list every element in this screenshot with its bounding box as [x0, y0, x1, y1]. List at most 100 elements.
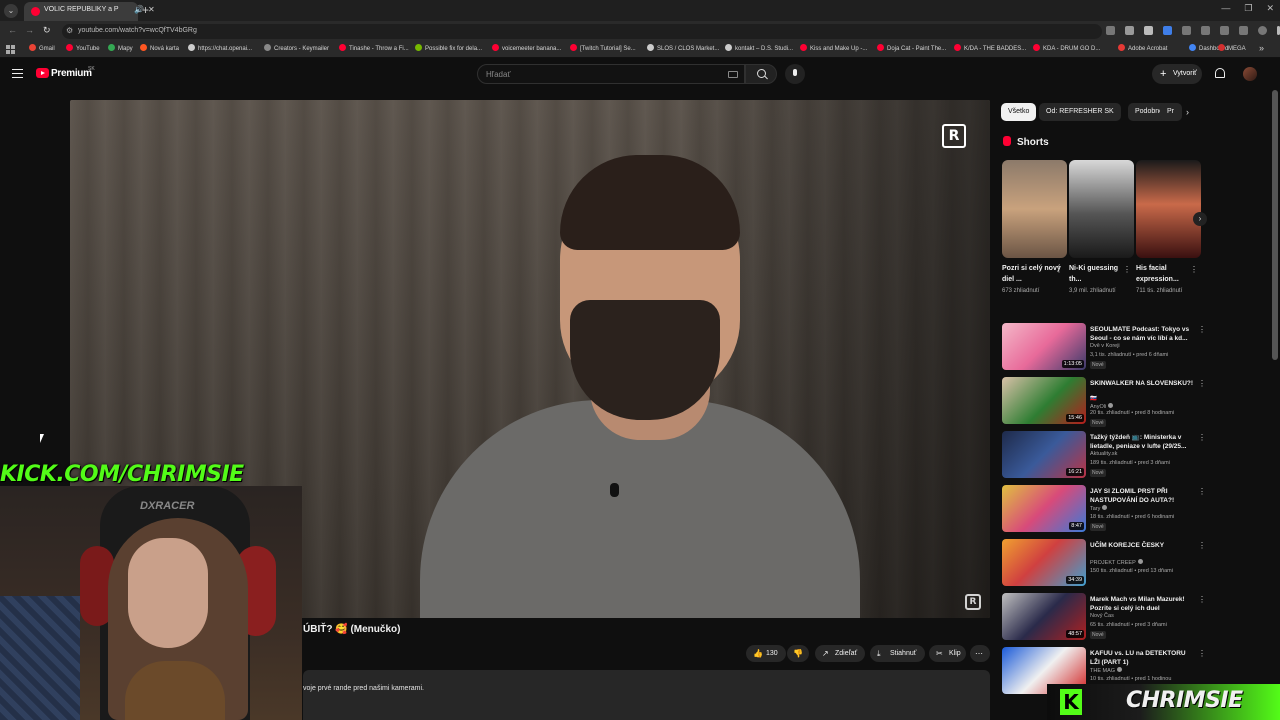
recommendation-channel[interactable]: AnyOli	[1090, 403, 1114, 410]
extension-icon-1[interactable]	[1182, 26, 1191, 35]
new-tab-button[interactable]: +	[142, 3, 149, 17]
recommendation-title[interactable]: KAFUU vs. LU na DETEKTORU LŽI (PART 1)	[1090, 649, 1194, 667]
recommendation-more-icon[interactable]: ⋮	[1198, 379, 1206, 388]
shorts-next-arrow-icon[interactable]: ›	[1193, 212, 1207, 226]
back-arrow-icon[interactable]: ←	[8, 25, 17, 35]
recommendation-title[interactable]: UČÍM KOREJCE ČESKY	[1090, 541, 1194, 550]
short-thumbnail-3[interactable]	[1136, 160, 1201, 258]
site-info-icon[interactable]: ⚙	[66, 26, 73, 35]
description-box[interactable]	[303, 670, 990, 720]
search-input[interactable]: Hľadať	[477, 64, 745, 84]
bookmark-item[interactable]: Adobe Acrobat	[1118, 44, 1167, 55]
dislike-button[interactable]: 👎	[787, 645, 809, 662]
browser-tab-active[interactable]: VOLIČ REPUBLIKY a PS-ka... 🔊 ✕	[24, 2, 155, 21]
cast-icon[interactable]	[1106, 26, 1115, 35]
short-title-3[interactable]: His facial expression...	[1136, 263, 1196, 285]
bookmark-item[interactable]: Doja Cat - Paint The...	[877, 44, 946, 55]
bookmark-item[interactable]: Creators - Keymailer	[264, 44, 329, 55]
bookmark-star-icon[interactable]	[1125, 26, 1134, 35]
recommendation-thumbnail[interactable]: 8:47	[1002, 485, 1086, 532]
bookmark-item[interactable]: Kiss and Make Up -...	[800, 44, 867, 55]
short-more-icon-1[interactable]: ⋮	[1055, 265, 1063, 274]
download-button[interactable]: ⤓ Stiahnuť	[870, 645, 925, 662]
bookmark-item[interactable]: Tinashe - Throw a Fi...	[339, 44, 409, 55]
short-more-icon-2[interactable]: ⋮	[1123, 265, 1131, 274]
bookmark-item[interactable]: Gmail	[29, 44, 55, 55]
recommendation-title[interactable]: Tažký týždeň 📺: Ministerka v lietadle, p…	[1090, 433, 1194, 451]
guide-menu-icon[interactable]	[12, 69, 23, 78]
recommendation-card[interactable]: 8:47 JAY SI ZLOMIL PRST PŘI NASTUPOVÁNÍ D…	[1002, 485, 1206, 533]
recommendation-more-icon[interactable]: ⋮	[1198, 649, 1206, 658]
extensions-puzzle-icon[interactable]	[1220, 26, 1229, 35]
recommendation-card[interactable]: 1:13:05 SEOULMATE Podcast: Tokyo vs Seoul…	[1002, 323, 1206, 371]
recommendation-channel[interactable]: Aktuality.sk	[1090, 451, 1117, 457]
short-thumbnail-1[interactable]	[1002, 160, 1067, 258]
recommendation-thumbnail[interactable]: 48:57	[1002, 593, 1086, 640]
more-actions-button[interactable]: ⋯	[970, 645, 990, 662]
short-more-icon-3[interactable]: ⋮	[1190, 265, 1198, 274]
restore-icon[interactable]: ❐	[1244, 3, 1252, 14]
keyboard-icon[interactable]	[728, 71, 738, 78]
bookmark-item[interactable]: MEGA	[1218, 44, 1246, 55]
extension-icon-2[interactable]	[1201, 26, 1210, 35]
window-close-icon[interactable]: ✕	[1266, 3, 1274, 14]
recommendation-channel[interactable]: PROJEKT CREEP	[1090, 559, 1143, 566]
user-avatar[interactable]	[1243, 67, 1257, 81]
chips-next-chevron-icon[interactable]: ›	[1186, 107, 1189, 117]
apps-grid-icon[interactable]	[6, 45, 15, 54]
bookmark-item[interactable]: K/DA - THE BADDES...	[954, 44, 1026, 55]
page-scrollbar[interactable]	[1272, 90, 1278, 360]
recommendation-channel[interactable]: Dvě v Koreji	[1090, 343, 1120, 349]
create-button[interactable]: + Vytvoriť	[1152, 64, 1202, 84]
recommendation-thumbnail[interactable]: 1:13:05	[1002, 323, 1086, 370]
recommendation-thumbnail[interactable]: 34:39	[1002, 539, 1086, 586]
recommendation-more-icon[interactable]: ⋮	[1198, 595, 1206, 604]
recommendation-title[interactable]: SKINWALKER NA SLOVENSKU?!	[1090, 379, 1194, 388]
bookmark-item[interactable]: voicemeeter banana...	[492, 44, 561, 55]
more-bookmarks-icon[interactable]: »	[1259, 43, 1264, 53]
recommendation-channel[interactable]: Tary	[1090, 505, 1108, 512]
recommendation-more-icon[interactable]: ⋮	[1198, 541, 1206, 550]
recommendation-more-icon[interactable]: ⋮	[1198, 433, 1206, 442]
bookmark-item[interactable]: kontakt – D.S. Studi...	[725, 44, 793, 55]
search-button[interactable]	[745, 64, 777, 84]
recommendation-more-icon[interactable]: ⋮	[1198, 325, 1206, 334]
youtube-logo-icon[interactable]	[36, 68, 49, 78]
recommendation-card[interactable]: 15:46 SKINWALKER NA SLOVENSKU?! 🇸🇰 AnyOli 20…	[1002, 377, 1206, 427]
short-thumbnail-2[interactable]	[1069, 160, 1134, 258]
branding-watermark-icon[interactable]: R	[965, 594, 981, 610]
bookmark-item[interactable]: YouTube	[66, 44, 100, 55]
like-button[interactable]: 👍 130	[746, 645, 786, 662]
short-title-1[interactable]: Pozri si celý nový diel ...	[1002, 263, 1062, 285]
recommendation-card[interactable]: 16:21 Tažký týždeň 📺: Ministerka v lietad…	[1002, 431, 1206, 479]
recommendation-card[interactable]: 34:39 UČÍM KOREJCE ČESKY PROJEKT CREEP 150 …	[1002, 539, 1206, 587]
chip-all[interactable]: Všetko	[1001, 103, 1037, 121]
bookmark-item[interactable]: KDA - DRUM GO D...	[1033, 44, 1100, 55]
chip-partial[interactable]: Pr	[1160, 103, 1182, 121]
recommendation-channel[interactable]: Nový Čas	[1090, 613, 1114, 619]
reload-icon[interactable]: ↻	[43, 25, 51, 36]
bookmark-item[interactable]: Mapy	[108, 44, 133, 55]
recommendation-card[interactable]: 48:57 Marek Mach vs Milan Mazurek! Pozrit…	[1002, 593, 1206, 641]
bookmark-item[interactable]: Nová karta	[140, 44, 179, 55]
profile-icon[interactable]	[1258, 26, 1267, 35]
recommendation-title[interactable]: JAY SI ZLOMIL PRST PŘI NASTUPOVÁNÍ DO AU…	[1090, 487, 1194, 505]
shield-extension-icon[interactable]	[1144, 26, 1153, 35]
bookmark-item[interactable]: SLOS / CLOS Market...	[647, 44, 719, 55]
extension-icon-blue[interactable]	[1163, 26, 1172, 35]
youtube-premium-logo[interactable]: Premium	[51, 68, 92, 79]
forward-arrow-icon[interactable]: →	[25, 25, 34, 35]
bookmark-item[interactable]: https://chat.openai...	[188, 44, 252, 55]
chip-from-channel[interactable]: Od: REFRESHER SK	[1039, 103, 1121, 121]
bookmark-item[interactable]: [Twitch Tutorial] Se...	[570, 44, 636, 55]
recommendation-more-icon[interactable]: ⋮	[1198, 487, 1206, 496]
clip-button[interactable]: ✂ Klip	[929, 645, 966, 662]
tab-search-button[interactable]: ⌄	[4, 4, 18, 18]
url-field[interactable]: ⚙ youtube.com/watch?v=wcQfTV4bGRg	[62, 24, 1102, 39]
recommendation-thumbnail[interactable]: 15:46	[1002, 377, 1086, 424]
channel-watermark-icon[interactable]: R	[942, 124, 966, 148]
minimize-icon[interactable]: —	[1221, 3, 1230, 14]
recommendation-title[interactable]: Marek Mach vs Milan Mazurek! Pozrite si …	[1090, 595, 1194, 613]
recommendation-thumbnail[interactable]: 16:21	[1002, 431, 1086, 478]
recommendation-title[interactable]: SEOULMATE Podcast: Tokyo vs Seoul - co s…	[1090, 325, 1194, 343]
